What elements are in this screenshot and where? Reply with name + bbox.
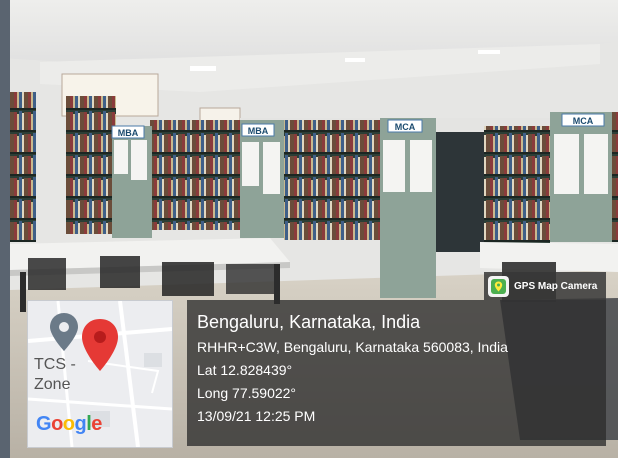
map-pin-icon xyxy=(488,275,509,297)
section-label-mba-1: MBA xyxy=(118,128,139,138)
section-label-mca-1: MCA xyxy=(395,122,416,132)
address-line: RHHR+C3W, Bengaluru, Karnataka 560083, I… xyxy=(197,339,508,355)
section-label-mba-2: MBA xyxy=(248,126,269,136)
datetime-line: 13/09/21 12:25 PM xyxy=(197,408,316,424)
city-line: Bengaluru, Karnataka, India xyxy=(197,312,421,332)
longitude-line: Long 77.59022° xyxy=(197,385,297,401)
app-name: GPS Map Camera xyxy=(514,280,598,292)
map-thumbnail[interactable]: TCS - Zone Google xyxy=(27,300,173,448)
google-logo-letter: g xyxy=(74,413,87,435)
google-logo-letter: e xyxy=(91,413,102,435)
google-logo-letter: G xyxy=(36,413,52,435)
location-info-panel: Bengaluru, Karnataka, India RHHR+C3W, Be… xyxy=(187,300,606,446)
latitude-line: Lat 12.828439° xyxy=(197,362,293,378)
map-place-label: TCS - Zone xyxy=(34,356,76,393)
gps-map-camera-badge: GPS Map Camera xyxy=(484,272,606,300)
section-label-mca-2: MCA xyxy=(573,116,594,126)
google-logo: Google xyxy=(36,413,102,436)
google-logo-letter: o xyxy=(62,413,75,435)
google-logo-letter: o xyxy=(51,413,63,435)
